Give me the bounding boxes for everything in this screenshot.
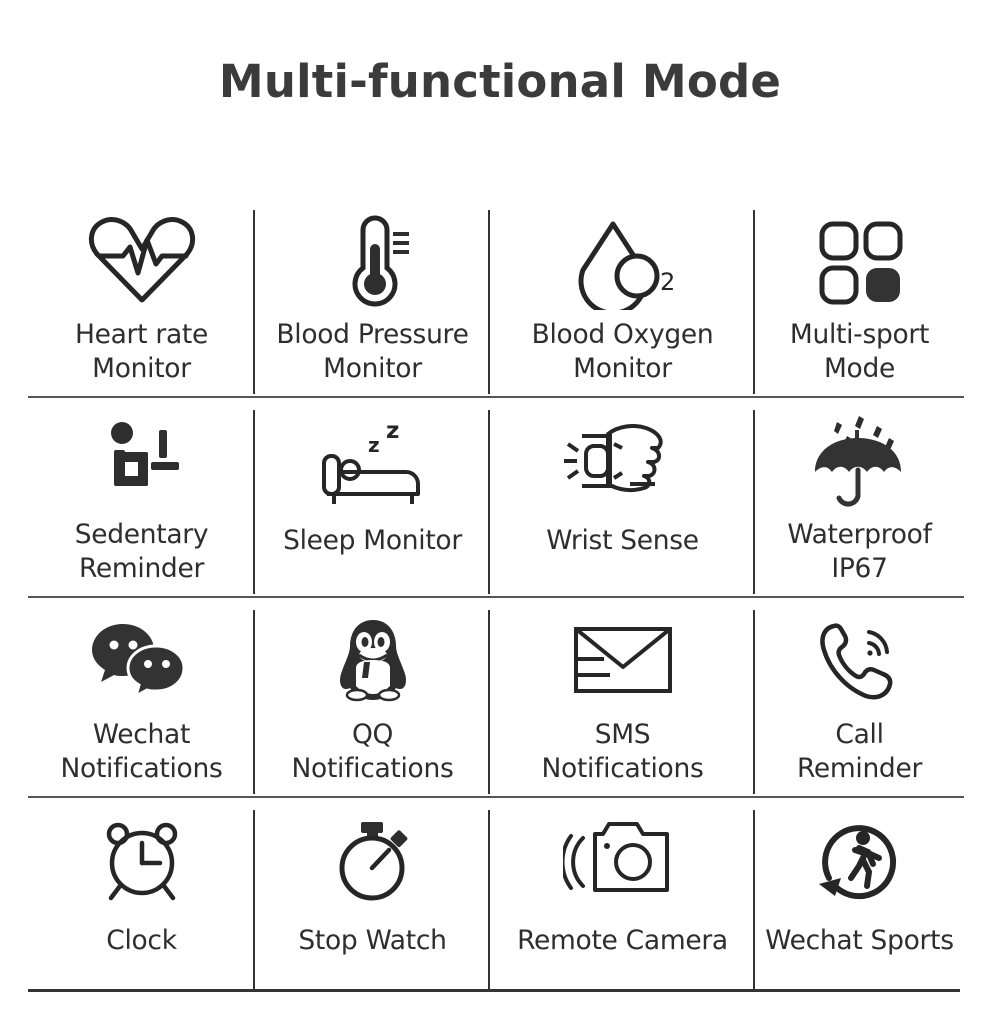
feature-label: Sleep Monitor — [283, 525, 462, 556]
wrist-sense-hand-icon — [552, 414, 694, 510]
feature-label: Waterproof IP67 — [787, 519, 932, 584]
sleep-bed-icon: z z — [314, 414, 432, 510]
envelope-icon — [570, 614, 676, 710]
feature-label: Clock — [106, 925, 177, 956]
multi-sport-grid-icon — [814, 214, 906, 310]
feature-cell-call-reminder[interactable]: Call Reminder — [755, 596, 964, 796]
feature-label: QQ Notifications — [291, 719, 454, 784]
feature-cell-blood-oxygen[interactable]: 2 Blood Oxygen Monitor — [490, 196, 755, 396]
feature-label: Wechat Notifications — [60, 719, 223, 784]
svg-text:z: z — [368, 433, 380, 457]
feature-cell-wrist-sense[interactable]: Wrist Sense — [490, 396, 755, 596]
multi-functional-mode-page: Multi-functional Mode Heart rate Monitor — [0, 0, 1000, 1020]
blood-oxygen-droplet-icon: 2 — [567, 214, 679, 310]
page-title: Multi-functional Mode — [218, 55, 782, 108]
qq-penguin-icon — [330, 614, 416, 710]
feature-label: Multi-sport Mode — [789, 319, 930, 384]
feature-cell-wechat-sports[interactable]: Wechat Sports — [755, 796, 964, 993]
feature-label: Sedentary Reminder — [74, 519, 209, 584]
wechat-sports-runner-icon — [811, 814, 909, 910]
grid-bottom-divider — [28, 989, 960, 992]
sedentary-person-icon — [96, 414, 188, 510]
feature-cell-wechat-notifications[interactable]: Wechat Notifications — [28, 596, 255, 796]
feature-label: Remote Camera — [517, 925, 728, 956]
feature-cell-multi-sport[interactable]: Multi-sport Mode — [755, 196, 964, 396]
wechat-icon — [90, 614, 194, 710]
feature-label: Wechat Sports — [765, 925, 954, 956]
feature-cell-sleep-monitor[interactable]: z z Sleep Monitor — [255, 396, 490, 596]
feature-label: SMS Notifications — [541, 719, 704, 784]
svg-text:z: z — [386, 418, 399, 444]
alarm-clock-icon — [96, 814, 188, 910]
thermometer-icon — [329, 214, 417, 310]
feature-grid: Heart rate Monitor Blood Pressure Monito… — [28, 196, 964, 993]
feature-cell-sedentary[interactable]: Sedentary Reminder — [28, 396, 255, 596]
remote-camera-icon — [562, 814, 683, 910]
heart-rate-icon — [87, 214, 197, 310]
feature-cell-heart-rate[interactable]: Heart rate Monitor — [28, 196, 255, 396]
feature-cell-sms-notifications[interactable]: SMS Notifications — [490, 596, 755, 796]
feature-cell-remote-camera[interactable]: Remote Camera — [490, 796, 755, 993]
feature-cell-blood-pressure[interactable]: Blood Pressure Monitor — [255, 196, 490, 396]
feature-label: Wrist Sense — [546, 525, 699, 556]
phone-call-icon — [814, 614, 906, 710]
feature-label: Blood Oxygen Monitor — [531, 319, 714, 384]
feature-label: Heart rate Monitor — [74, 319, 208, 384]
feature-cell-stop-watch[interactable]: Stop Watch — [255, 796, 490, 993]
feature-cell-clock[interactable]: Clock — [28, 796, 255, 993]
svg-text:2: 2 — [660, 268, 675, 296]
feature-label: Stop Watch — [298, 925, 447, 956]
feature-cell-waterproof[interactable]: Waterproof IP67 — [755, 396, 964, 596]
feature-cell-qq-notifications[interactable]: QQ Notifications — [255, 596, 490, 796]
feature-label: Call Reminder — [796, 719, 923, 784]
umbrella-rain-icon — [801, 414, 919, 510]
stopwatch-icon — [327, 814, 419, 910]
feature-label: Blood Pressure Monitor — [276, 319, 469, 384]
